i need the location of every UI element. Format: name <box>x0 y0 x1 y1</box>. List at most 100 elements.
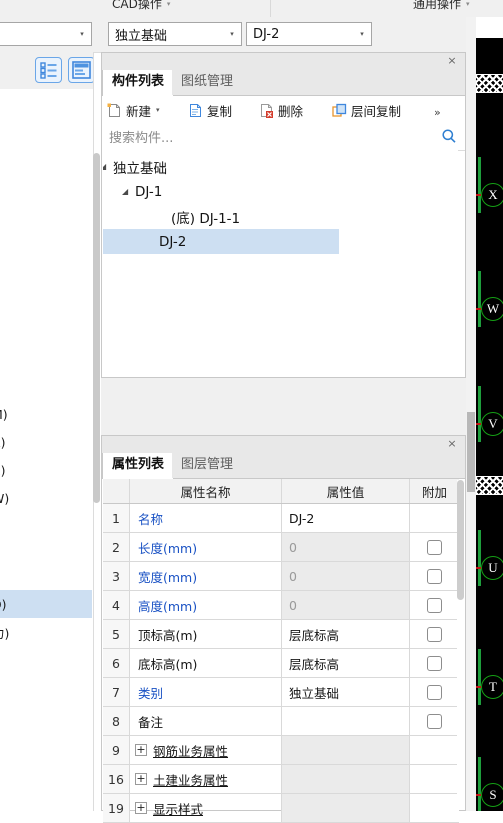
delete-component-button[interactable]: 删除 <box>258 99 303 121</box>
property-row-name: 底标高(m) <box>138 656 198 672</box>
cad-canvas[interactable]: X W V U T S <box>476 38 503 811</box>
axis-marker[interactable]: S <box>476 780 503 810</box>
close-icon[interactable]: × <box>445 437 459 451</box>
search-input[interactable] <box>107 127 431 149</box>
property-row-value[interactable]: DJ-2 <box>282 504 410 532</box>
tab-property-list[interactable]: 属性列表 <box>102 453 175 479</box>
form-view-button[interactable] <box>68 57 93 83</box>
property-row-value[interactable] <box>282 794 410 822</box>
ribbon-group-general[interactable]: 通用操作 ▾ <box>413 0 470 12</box>
property-row[interactable]: 7 类别 独立基础 <box>103 678 459 707</box>
property-scroll-thumb[interactable] <box>457 480 464 600</box>
tree-expand-arrow-icon[interactable]: ◢ <box>103 162 113 171</box>
cad-drawing-area[interactable]: X W V U T S <box>466 17 503 811</box>
property-row-value[interactable] <box>282 736 410 764</box>
left-clipped-row[interactable]: R) <box>0 428 92 456</box>
chevron-down-icon-2: ▾ <box>466 0 470 8</box>
component-tree[interactable]: ◢ 独立基础 ◢ DJ-1 (底) DJ-1-1 DJ-2 <box>103 150 458 377</box>
property-row[interactable]: 3 宽度(mm) 0 <box>103 562 459 591</box>
combo-category[interactable]: 基础 ▾ <box>0 22 92 46</box>
attach-checkbox[interactable] <box>427 626 442 642</box>
property-row-value-text: 独立基础 <box>289 685 340 701</box>
ribbon-group-cad[interactable]: CAD操作 ▾ <box>112 0 170 12</box>
property-row[interactable]: 16 + 土建业务属性 <box>103 765 459 794</box>
component-search-row <box>103 124 465 151</box>
property-row-value[interactable]: 0 <box>282 533 410 561</box>
property-row-name-cell: 长度(mm) <box>130 533 282 561</box>
attach-checkbox[interactable] <box>427 655 442 671</box>
floor-copy-button[interactable]: 层间复制 <box>331 99 401 121</box>
axis-marker[interactable]: T <box>476 672 503 702</box>
left-clipped-row[interactable]: X) <box>0 456 92 484</box>
property-row[interactable]: 5 顶标高(m) 层底标高 <box>103 620 459 649</box>
left-clipped-row-label: D) <box>0 596 7 612</box>
axis-marker[interactable]: X <box>476 180 503 210</box>
property-row-value[interactable]: 层底标高 <box>282 649 410 677</box>
axis-marker[interactable]: V <box>476 409 503 439</box>
property-row-attach-cell <box>410 765 459 793</box>
tab-layer-manager[interactable]: 图层管理 <box>172 453 243 478</box>
ribbon-group-cad-label: CAD操作 <box>112 0 162 11</box>
property-row-value[interactable]: 层底标高 <box>282 620 410 648</box>
property-row-value[interactable]: 0 <box>282 562 410 590</box>
close-icon[interactable]: × <box>445 54 459 68</box>
tree-node[interactable]: (底) DJ-1-1 <box>158 204 240 229</box>
new-component-button[interactable]: 新建 ▾ <box>106 99 160 121</box>
property-row[interactable]: 1 名称 DJ-2 <box>103 504 459 533</box>
left-panel-scrollbar[interactable] <box>93 153 100 503</box>
property-row-name: 土建业务属性 <box>153 772 229 788</box>
ribbon-strip: CAD操作 ▾ 通用操作 ▾ <box>0 0 503 18</box>
ribbon-divider <box>270 0 271 17</box>
delete-document-icon <box>258 102 275 119</box>
toolbar-overflow-button[interactable]: » <box>434 101 441 123</box>
property-row-name-cell: 高度(mm) <box>130 591 282 619</box>
property-table-scrollbar[interactable] <box>457 480 464 810</box>
property-row-value[interactable]: 0 <box>282 591 410 619</box>
property-row-value[interactable] <box>282 765 410 793</box>
list-view-button[interactable] <box>35 57 62 83</box>
axis-marker[interactable]: U <box>476 553 503 583</box>
combo-type[interactable]: 独立基础 ▾ <box>108 22 242 46</box>
tab-component-list[interactable]: 构件列表 <box>102 70 175 96</box>
tree-node[interactable]: ◢ DJ-1 <box>122 179 162 204</box>
left-clipped-row[interactable]: 力) <box>0 618 92 646</box>
combo-name[interactable]: DJ-2 ▾ <box>246 22 372 46</box>
cad-scroll-thumb[interactable] <box>467 412 475 492</box>
property-row-value-text: 0 <box>289 597 297 613</box>
attach-checkbox[interactable] <box>427 539 442 555</box>
property-row-index: 1 <box>103 504 130 532</box>
property-row[interactable]: 8 备注 <box>103 707 459 736</box>
attach-checkbox[interactable] <box>427 713 442 729</box>
left-clipped-row[interactable]: M) <box>0 400 92 428</box>
attach-checkbox[interactable] <box>427 684 442 700</box>
chevron-down-icon: ▾ <box>230 30 234 38</box>
property-row[interactable]: 4 高度(mm) 0 <box>103 591 459 620</box>
left-clipped-row-label: W) <box>0 490 10 506</box>
property-row-value-text: 0 <box>289 568 297 584</box>
property-row[interactable]: 9 + 钢筋业务属性 <box>103 736 459 765</box>
expand-plus-icon[interactable]: + <box>135 773 147 785</box>
property-row[interactable]: 2 长度(mm) 0 <box>103 533 459 562</box>
copy-component-button[interactable]: 复制 <box>187 99 232 121</box>
expand-plus-icon[interactable]: + <box>135 802 147 814</box>
axis-label: W <box>486 301 500 316</box>
search-icon[interactable] <box>441 128 457 144</box>
component-tree-scrollbar[interactable] <box>456 151 464 376</box>
tree-node[interactable]: ◢ 独立基础 <box>103 154 167 179</box>
attach-checkbox[interactable] <box>427 597 442 613</box>
expand-plus-icon[interactable]: + <box>135 744 147 756</box>
left-clipped-row[interactable]: D) <box>0 590 92 618</box>
axis-marker[interactable]: W <box>476 294 503 324</box>
tab-drawing-manager[interactable]: 图纸管理 <box>172 70 243 95</box>
property-row[interactable]: 19 + 显示样式 <box>103 794 459 823</box>
property-row[interactable]: 6 底标高(m) 层底标高 <box>103 649 459 678</box>
property-panel: × 属性列表 图层管理 属性名称 属性值 附加 1 名称 DJ-2 2 长度(mm) 0 3 宽度(… <box>101 435 466 823</box>
property-row-value[interactable]: 独立基础 <box>282 678 410 706</box>
attach-checkbox[interactable] <box>427 568 442 584</box>
property-row-value[interactable] <box>282 707 410 735</box>
property-panel-caption: × <box>102 436 465 453</box>
tree-expand-arrow-icon[interactable]: ◢ <box>122 187 135 196</box>
property-row-attach-cell <box>410 562 459 590</box>
tree-node[interactable]: DJ-2 <box>103 229 339 254</box>
left-clipped-row[interactable]: W) <box>0 484 92 512</box>
